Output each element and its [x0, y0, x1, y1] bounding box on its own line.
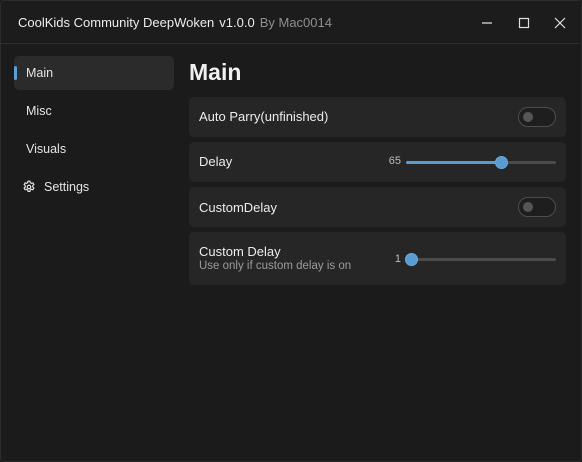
gear-icon: [23, 180, 35, 193]
window-title-group: CoolKids Community DeepWoken v1.0.0 By Mac…: [18, 15, 332, 30]
toggle-knob: [523, 202, 533, 212]
auto-parry-toggle[interactable]: [518, 107, 556, 127]
active-indicator: [14, 66, 17, 80]
version-label: v1.0.0: [219, 15, 255, 30]
sidebar-item-settings[interactable]: Settings: [14, 170, 174, 204]
sidebar-item-misc[interactable]: Misc: [14, 94, 174, 128]
sidebar-item-main[interactable]: Main: [14, 56, 174, 90]
slider-thumb[interactable]: [405, 253, 418, 266]
close-icon: [554, 17, 566, 29]
sidebar-item-label: Visuals: [26, 142, 67, 156]
auto-parry-card: Auto Parry(unfinished): [189, 97, 566, 137]
custom-delay-description: Use only if custom delay is on: [199, 260, 352, 272]
page-title: Main: [189, 59, 242, 85]
sidebar-item-label: Misc: [26, 104, 52, 118]
custom-delay-label: Custom Delay: [199, 244, 281, 259]
slider-fill: [406, 161, 501, 164]
custom-delay-card: Custom Delay Use only if custom delay is…: [189, 232, 566, 285]
title-bar[interactable]: CoolKids Community DeepWoken v1.0.0 By Mac…: [1, 1, 581, 44]
close-button[interactable]: [547, 11, 573, 35]
window-title: CoolKids Community DeepWoken: [18, 15, 215, 30]
custom-delay-toggle-label: CustomDelay: [199, 200, 278, 215]
custom-delay-value: 1: [394, 253, 401, 265]
toggle-knob: [523, 112, 533, 122]
delay-card: Delay 65: [189, 142, 566, 182]
author-label: By Mac0014: [259, 15, 332, 30]
delay-value: 65: [388, 155, 401, 167]
custom-delay-slider[interactable]: [405, 253, 556, 266]
sidebar-item-label: Settings: [44, 180, 90, 194]
auto-parry-label: Auto Parry(unfinished): [199, 109, 329, 124]
sidebar-item-label: Main: [26, 66, 54, 80]
delay-label: Delay: [199, 154, 233, 169]
maximize-icon: [518, 17, 530, 29]
custom-delay-toggle-card: CustomDelay: [189, 187, 566, 227]
sidebar: Main Misc Visuals Settings: [14, 56, 174, 208]
custom-delay-toggle[interactable]: [518, 197, 556, 217]
slider-thumb[interactable]: [495, 156, 508, 169]
app-window: CoolKids Community DeepWoken v1.0.0 By Mac…: [0, 0, 582, 462]
sidebar-item-visuals[interactable]: Visuals: [14, 132, 174, 166]
minimize-icon: [482, 22, 492, 24]
minimize-button[interactable]: [474, 11, 500, 35]
delay-slider[interactable]: [406, 156, 556, 169]
maximize-button[interactable]: [511, 11, 537, 35]
